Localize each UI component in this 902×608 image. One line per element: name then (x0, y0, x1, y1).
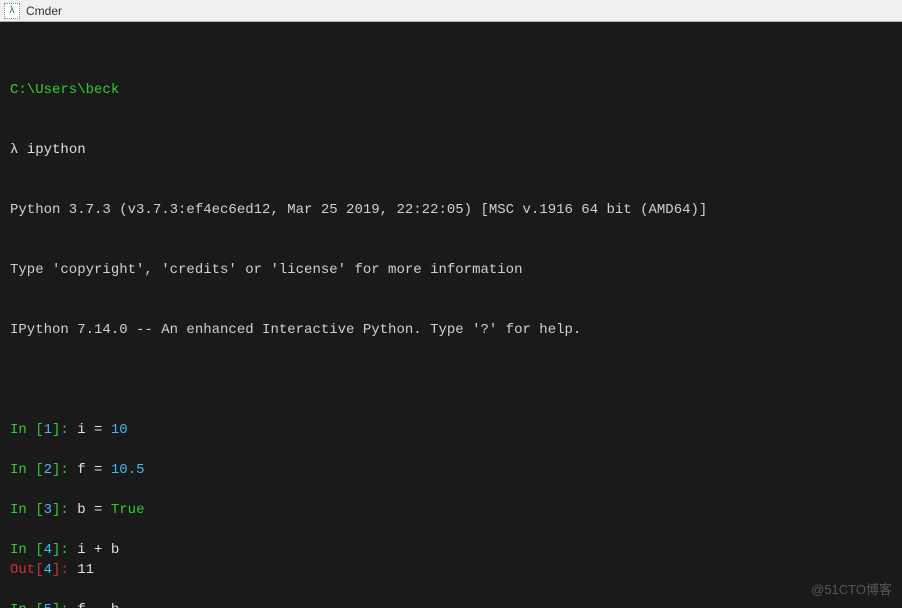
code-op: = (86, 502, 111, 518)
in-label-close: ]: (52, 542, 77, 558)
banner-line: Type 'copyright', 'credits' or 'license'… (10, 260, 892, 280)
in-label-close: ]: (52, 602, 77, 608)
code-val: b (111, 542, 119, 558)
entered-command (18, 142, 26, 158)
in-label-close: ]: (52, 502, 77, 518)
in-number: 4 (44, 542, 52, 558)
in-label: In [ (10, 542, 44, 558)
terminal-viewport[interactable]: C:\Users\beck λ ipython Python 3.7.3 (v3… (0, 22, 902, 608)
code-val: b (111, 602, 119, 608)
in-number: 5 (44, 602, 52, 608)
code-val: True (111, 502, 145, 518)
watermark: @51CTO博客 (811, 580, 892, 600)
in-label-close: ]: (52, 422, 77, 438)
blank-line (10, 520, 892, 540)
blank-line (10, 480, 892, 500)
out-value: 11 (77, 562, 94, 578)
in-line: In [1]: i = 10 (10, 420, 892, 440)
banner-line: IPython 7.14.0 -- An enhanced Interactiv… (10, 320, 892, 340)
in-label: In [ (10, 602, 44, 608)
code-var: b (77, 502, 85, 518)
code-var: f (77, 602, 85, 608)
code-op: - (86, 602, 111, 608)
app-icon: λ (4, 3, 20, 19)
out-label: Out[ (10, 562, 44, 578)
in-number: 3 (44, 502, 52, 518)
blank-line (10, 580, 892, 600)
out-number: 4 (44, 562, 52, 578)
window-titlebar[interactable]: λ Cmder (0, 0, 902, 22)
in-number: 2 (44, 462, 52, 478)
window-title: Cmder (26, 4, 62, 18)
code-op: = (86, 422, 111, 438)
banner-line: Python 3.7.3 (v3.7.3:ef4ec6ed12, Mar 25 … (10, 200, 892, 220)
in-line: In [2]: f = 10.5 (10, 460, 892, 480)
in-label: In [ (10, 422, 44, 438)
code-var: i (77, 422, 85, 438)
prompt-line: λ ipython (10, 140, 892, 160)
code-var: f (77, 462, 85, 478)
code-var: i (77, 542, 85, 558)
code-val: 10.5 (111, 462, 145, 478)
in-line: In [5]: f - b (10, 600, 892, 608)
in-line: In [3]: b = True (10, 500, 892, 520)
in-number: 1 (44, 422, 52, 438)
in-label: In [ (10, 462, 44, 478)
command-text: ipython (27, 142, 86, 158)
in-label: In [ (10, 502, 44, 518)
in-label-close: ]: (52, 462, 77, 478)
cwd-line: C:\Users\beck (10, 80, 892, 100)
blank-line (10, 400, 892, 420)
out-line: Out[4]: 11 (10, 560, 892, 580)
code-val: 10 (111, 422, 128, 438)
out-label-close: ]: (52, 562, 77, 578)
code-op: = (86, 462, 111, 478)
blank-line (10, 440, 892, 460)
code-op: + (86, 542, 111, 558)
in-line: In [4]: i + b (10, 540, 892, 560)
cwd-text: C:\Users\beck (10, 82, 119, 98)
